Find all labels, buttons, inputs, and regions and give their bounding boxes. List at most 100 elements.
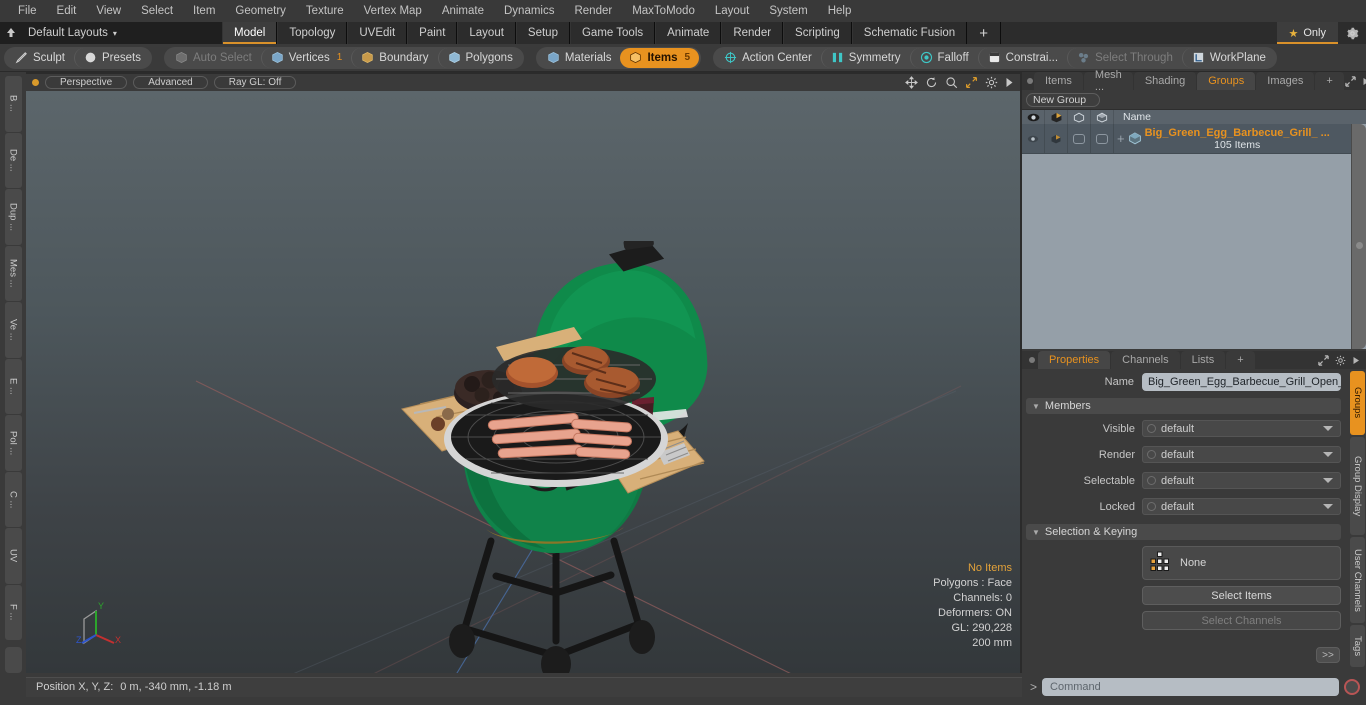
- left-tab-extra[interactable]: [4, 647, 22, 673]
- row-name-cell[interactable]: + Big_Green_Egg_Barbecue_Grill_ ... 105 …: [1114, 124, 1351, 153]
- auto-select-button[interactable]: Auto Select: [166, 48, 261, 68]
- fit-icon[interactable]: [965, 76, 978, 89]
- row-shaded-toggle[interactable]: [1091, 124, 1114, 153]
- menu-item-render[interactable]: Render: [564, 0, 622, 22]
- select-items-button[interactable]: Select Items: [1142, 586, 1341, 605]
- layout-tab-uvedit[interactable]: UVEdit: [347, 22, 408, 44]
- polygons-button[interactable]: Polygons: [437, 47, 522, 68]
- scrollbar-knob[interactable]: [1356, 242, 1363, 249]
- properties-panel-menu-icon[interactable]: [1026, 351, 1038, 369]
- viewport-3d[interactable]: Y X Z No Items Polygons : Face Channels:…: [26, 91, 1020, 673]
- expand-more-button[interactable]: >>: [1316, 647, 1340, 663]
- left-tab-curve[interactable]: C ...: [4, 471, 22, 527]
- row-wireframe-toggle[interactable]: [1068, 124, 1091, 153]
- left-tab-polygon[interactable]: Pol ...: [4, 415, 22, 471]
- wireframe-checkbox[interactable]: [1073, 133, 1085, 144]
- vertices-button[interactable]: Vertices 1: [260, 47, 351, 68]
- menu-item-geometry[interactable]: Geometry: [225, 0, 296, 22]
- menu-item-select[interactable]: Select: [131, 0, 183, 22]
- items-button[interactable]: Items 5: [620, 47, 700, 68]
- tab-items[interactable]: Items: [1034, 72, 1083, 90]
- only-toggle-button[interactable]: ★ Only: [1276, 22, 1338, 44]
- viewport-raygl-button[interactable]: Ray GL: Off: [213, 76, 297, 89]
- layout-selector[interactable]: Default Layouts ▾: [22, 22, 222, 44]
- gear-icon[interactable]: [1338, 22, 1366, 44]
- vtab-group-display[interactable]: Group Display: [1350, 437, 1365, 535]
- layout-tab-setup[interactable]: Setup: [515, 22, 570, 44]
- layout-tab-paint[interactable]: Paint: [407, 22, 458, 44]
- layout-tab-layout[interactable]: Layout: [457, 22, 516, 44]
- record-macro-button[interactable]: [1344, 678, 1360, 695]
- column-visible-eye-icon[interactable]: [1022, 110, 1045, 124]
- left-tab-basic[interactable]: B ...: [4, 76, 22, 132]
- expand-icon[interactable]: [1318, 354, 1329, 366]
- presets-button[interactable]: Presets: [73, 47, 150, 68]
- row-visible-toggle[interactable]: [1022, 124, 1045, 153]
- select-through-button[interactable]: Select Through: [1067, 47, 1182, 68]
- gear-icon[interactable]: [1335, 355, 1346, 366]
- selectable-dropdown[interactable]: default: [1142, 472, 1341, 489]
- group-list-scrollbar[interactable]: [1351, 124, 1366, 349]
- action-center-button[interactable]: Action Center: [715, 48, 821, 68]
- symmetry-button[interactable]: Symmetry: [820, 47, 910, 68]
- layout-tab-scripting[interactable]: Scripting: [783, 22, 852, 44]
- panel-play-icon[interactable]: [1352, 356, 1361, 365]
- command-input[interactable]: Command: [1042, 677, 1339, 696]
- selection-keying-section-header[interactable]: ▼ Selection & Keying: [1026, 524, 1341, 540]
- menu-item-layout[interactable]: Layout: [705, 0, 760, 22]
- menu-item-edit[interactable]: Edit: [47, 0, 87, 22]
- menu-item-file[interactable]: File: [8, 0, 47, 22]
- viewport-menu-dot-icon[interactable]: [32, 79, 39, 86]
- add-layout-tab-button[interactable]: +: [967, 22, 1001, 44]
- left-tab-edge[interactable]: E ...: [4, 358, 22, 414]
- members-section-header[interactable]: ▼ Members: [1026, 398, 1341, 414]
- layout-tab-topology[interactable]: Topology: [277, 22, 348, 44]
- vtab-tags[interactable]: Tags: [1350, 625, 1365, 667]
- layout-tab-model[interactable]: Model: [222, 22, 278, 44]
- play-icon[interactable]: [1005, 77, 1014, 88]
- move-icon[interactable]: [905, 76, 918, 89]
- visible-dropdown[interactable]: default: [1142, 420, 1341, 437]
- tab-mesh[interactable]: Mesh ...: [1083, 69, 1133, 93]
- tab-groups[interactable]: Groups: [1197, 72, 1256, 90]
- menu-item-system[interactable]: System: [759, 0, 817, 22]
- new-group-button[interactable]: New Group: [1026, 93, 1100, 107]
- menu-item-texture[interactable]: Texture: [296, 0, 354, 22]
- zoom-icon[interactable]: [945, 76, 958, 89]
- add-tab-button[interactable]: +: [1315, 72, 1344, 90]
- workplane-button[interactable]: WorkPlane: [1181, 47, 1275, 68]
- menu-item-vertex-map[interactable]: Vertex Map: [354, 0, 432, 22]
- expand-icon[interactable]: [1345, 75, 1356, 87]
- materials-button[interactable]: Materials: [538, 48, 621, 68]
- tab-images[interactable]: Images: [1256, 72, 1315, 90]
- menu-item-maxtomodo[interactable]: MaxToModo: [622, 0, 705, 22]
- viewport-projection-button[interactable]: Perspective: [45, 76, 128, 89]
- group-list-body[interactable]: + Big_Green_Egg_Barbecue_Grill_ ... 105 …: [1022, 124, 1366, 349]
- rotate-icon[interactable]: [925, 76, 938, 89]
- left-tab-fusion[interactable]: F ...: [4, 584, 22, 640]
- tab-channels[interactable]: Channels: [1111, 351, 1180, 369]
- left-tab-duplicate[interactable]: Dup ...: [4, 189, 22, 245]
- menu-item-view[interactable]: View: [86, 0, 131, 22]
- vtab-user-channels[interactable]: User Channels: [1350, 537, 1365, 623]
- add-properties-tab-button[interactable]: +: [1226, 351, 1255, 369]
- menu-item-help[interactable]: Help: [818, 0, 862, 22]
- bbq-grill-model[interactable]: [396, 241, 716, 673]
- row-render-toggle[interactable]: [1045, 124, 1068, 153]
- selection-set-field[interactable]: None: [1142, 546, 1341, 580]
- tab-properties[interactable]: Properties: [1038, 351, 1111, 369]
- boundary-button[interactable]: Boundary: [351, 47, 437, 68]
- home-icon[interactable]: [0, 22, 22, 44]
- left-tab-uv[interactable]: UV: [4, 528, 22, 584]
- left-tab-deform[interactable]: De ...: [4, 132, 22, 188]
- column-wireframe-icon[interactable]: [1068, 110, 1091, 124]
- tab-shading[interactable]: Shading: [1133, 72, 1197, 90]
- gear-icon[interactable]: [985, 76, 998, 89]
- groups-panel-menu-icon[interactable]: [1026, 72, 1034, 90]
- sculpt-button[interactable]: Sculpt: [6, 48, 74, 68]
- falloff-button[interactable]: Falloff: [909, 47, 978, 68]
- menu-item-item[interactable]: Item: [183, 0, 225, 22]
- menu-item-dynamics[interactable]: Dynamics: [494, 0, 564, 22]
- layout-tab-schematic-fusion[interactable]: Schematic Fusion: [851, 22, 968, 44]
- constraint-button[interactable]: Constrai...: [977, 47, 1067, 68]
